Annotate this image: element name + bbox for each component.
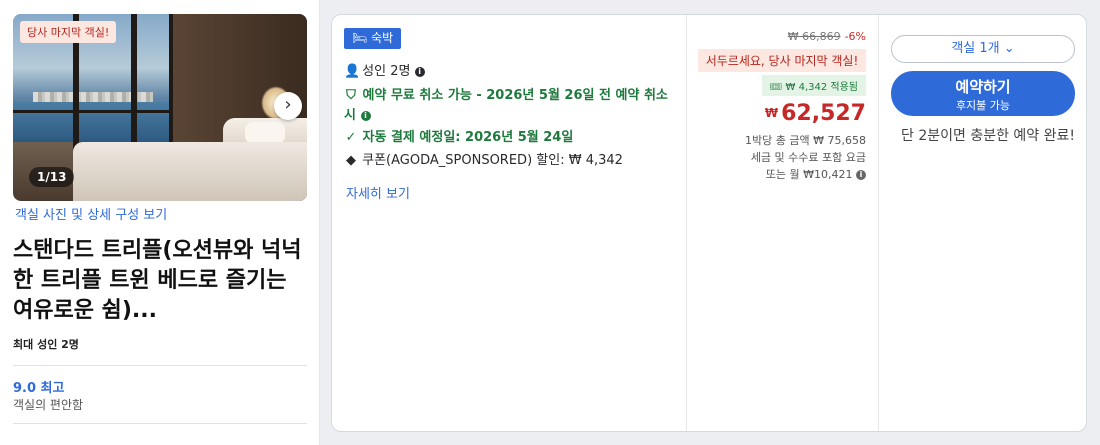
current-price: ₩62,527 [764,101,866,126]
book-button[interactable]: 예약하기 후지불 가능 [891,71,1075,116]
next-photo-chevron-icon[interactable]: › [274,92,302,120]
info-icon[interactable]: i [360,110,371,121]
info-icon[interactable]: i [856,170,866,180]
photo-counter: 1/13 [29,167,75,187]
tag-icon: ◆ [346,153,356,168]
total-price-line: 1박당 총 금액 ₩ 75,658 [745,134,866,147]
chevron-down-icon: ⌄ [1003,41,1015,56]
room-score-label: 객실의 편안함 [13,398,84,412]
monthly-line: 또는 월 ₩10,421 i [766,166,866,182]
last-room-badge: 당사 마지막 객실! [20,21,117,43]
bed-icon: 🛏 [352,31,368,45]
discount-percent: -6% [844,30,866,43]
coupon-row: ◆ 쿠폰(AGODA_SPONSORED) 할인: ₩ 4,342 [344,151,623,171]
max-occupancy: 최대 성인 2명 [13,338,79,351]
ticket-icon: 🎟 [769,82,783,93]
booking-note: 단 2분이면 충분한 예약 완료! [901,128,1075,144]
shield-check-icon: ⛉ [346,88,356,103]
details-link[interactable]: 자세히 보기 [346,183,410,202]
price-column: ₩ 66,869 -6% 서두르세요, 당사 마지막 객실! 🎟 ₩ 4,342 … [686,15,878,431]
checkmark-icon: ✓ [345,130,357,145]
coupon-applied-badge: 🎟 ₩ 4,342 적용됨 [761,75,866,96]
auto-pay-row: ✓ 자동 결제 예정일: 2026년 5월 24일 [344,128,574,148]
stay-tag: 🛏 숙박 [344,28,402,49]
booking-column: 객실 1개 ⌄ 예약하기 후지불 가능 단 2분이면 충분한 예약 완료! [878,15,1086,431]
room-summary-panel: 당사 마지막 객실! › 1/13 객실 사진 및 상세 구성 보기 스탠다드 … [0,0,320,445]
guests-text: 성인 2명 [362,64,411,79]
urgency-banner: 서두르세요, 당사 마지막 객실! [698,49,866,72]
rooms-select[interactable]: 객실 1개 ⌄ [891,35,1075,63]
currency-symbol: ₩ [764,106,779,120]
free-cancel-text: 예약 무료 취소 가능 - 2026년 5월 26일 전 예약 취소 시 [344,88,668,123]
original-price: ₩ 66,869 -6% [787,30,866,43]
room-score: 9.0 최고 [13,381,65,396]
room-photo[interactable]: 당사 마지막 객실! › 1/13 [13,14,307,201]
divider [13,365,307,366]
person-icon: 👤 [344,64,361,79]
room-photos-link[interactable]: 객실 사진 및 상세 구성 보기 [15,204,167,223]
free-cancel-row: ⛉ 예약 무료 취소 가능 - 2026년 5월 26일 전 예약 취소 시 i [344,86,674,126]
divider [13,423,307,424]
guests-row: 👤 성인 2명 i [344,62,425,82]
tax-line: 세금 및 수수료 포함 요금 [750,151,866,164]
auto-pay-text: 자동 결제 예정일: 2026년 5월 24일 [362,130,574,145]
benefits-column: 🛏 숙박 👤 성인 2명 i ⛉ 예약 무료 취소 가능 - 2026년 5월 … [332,15,686,431]
info-icon[interactable]: i [414,66,425,77]
offer-card: 🛏 숙박 👤 성인 2명 i ⛉ 예약 무료 취소 가능 - 2026년 5월 … [331,14,1087,432]
room-title: 스탠다드 트리플(오션뷰와 넉넉한 트리플 트윈 베드로 즐기는 여유로운 쉼)… [13,238,302,323]
coupon-text: 쿠폰(AGODA_SPONSORED) 할인: ₩ 4,342 [362,153,623,168]
